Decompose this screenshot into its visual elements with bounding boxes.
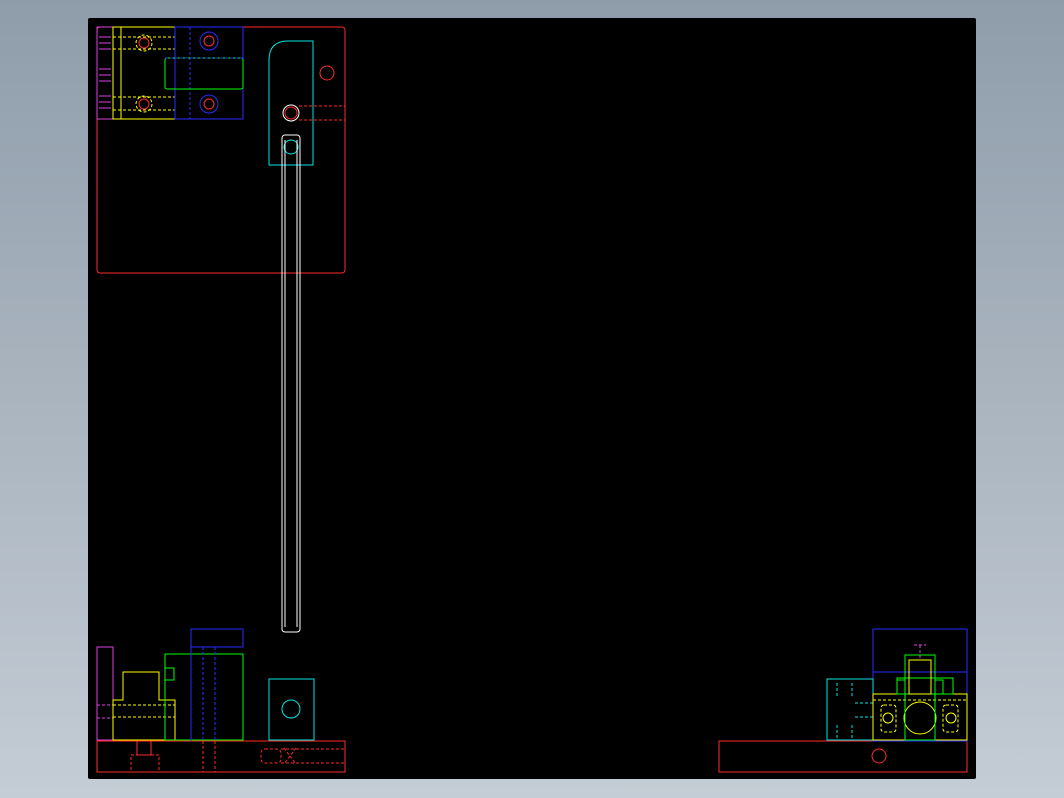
front-bearing-block — [113, 672, 175, 740]
bearing-block — [113, 27, 175, 119]
side-yellow-body — [873, 694, 967, 740]
cad-drawing — [88, 18, 976, 779]
locating-pin — [320, 66, 334, 80]
lever-lower-hole — [284, 140, 298, 154]
lever-arm — [269, 41, 313, 165]
front-base-plate — [97, 741, 345, 772]
front-lever-block — [269, 679, 314, 740]
clamp-block — [175, 27, 243, 119]
base-plate-outline — [97, 27, 345, 273]
side-lever-block — [827, 679, 873, 740]
front-clamp-green — [165, 654, 243, 740]
guide-slot — [165, 58, 243, 89]
hinge-bar-hatch — [99, 37, 111, 108]
front-hinge-bar — [97, 647, 113, 740]
side-bolt-head — [909, 660, 931, 694]
bottom-right-side-view — [719, 629, 967, 772]
top-left-plan-view — [97, 27, 345, 273]
side-shaft-circle — [904, 702, 936, 734]
push-rod — [282, 135, 300, 632]
bottom-left-front-view — [97, 629, 345, 772]
cad-model-viewport[interactable] — [88, 18, 976, 779]
hinge-bar — [97, 27, 113, 119]
front-clamp-top — [191, 629, 243, 647]
side-base-plate — [719, 741, 967, 772]
